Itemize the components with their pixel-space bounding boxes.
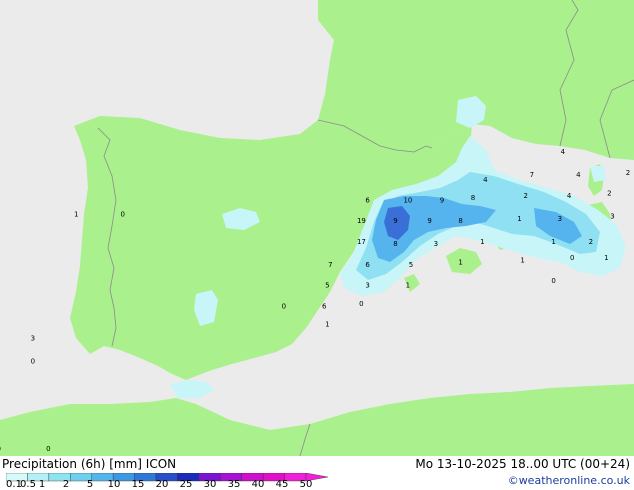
precip-value-label: 6 bbox=[322, 302, 327, 310]
precip-value-label: 8 bbox=[393, 240, 397, 248]
precip-value-label: 3 bbox=[558, 215, 562, 223]
precip-value-label: 9 bbox=[393, 217, 397, 225]
precip-value-label: 9 bbox=[440, 197, 444, 205]
precip-value-label: 1 bbox=[520, 256, 524, 264]
precip-value-label: 1 bbox=[325, 321, 329, 329]
precipitation-map: 1044742610982421119998133201783112247651… bbox=[0, 0, 634, 456]
precip-value-label: 0 bbox=[570, 254, 574, 262]
precip-value-label: 0 bbox=[46, 445, 50, 453]
precip-value-label: 6 bbox=[365, 197, 370, 205]
precip-value-label: 2 bbox=[626, 169, 630, 177]
precip-value-label: 0 bbox=[120, 210, 124, 218]
precip-value-label: 6 bbox=[365, 261, 370, 269]
colorbar-tick-label: 5 bbox=[86, 479, 94, 490]
precip-value-label: 0 bbox=[359, 300, 363, 308]
precip-value-label: 10 bbox=[403, 197, 412, 205]
precip-value-label: 0 bbox=[282, 302, 286, 310]
credit-link[interactable]: ©weatheronline.co.uk bbox=[508, 474, 630, 488]
precip-value-label: 17 bbox=[357, 238, 366, 246]
precip-value-label: 19 bbox=[357, 217, 366, 225]
precip-value-label: 2 bbox=[589, 238, 593, 246]
precip-value-label: 7 bbox=[530, 171, 534, 179]
colorbar-tick-label: 25 bbox=[179, 479, 193, 490]
precip-value-label: 0 bbox=[31, 358, 35, 366]
precip-value-label: 2 bbox=[607, 190, 611, 198]
precip-value-label: 1 bbox=[458, 259, 462, 267]
precip-value-label: 4 bbox=[576, 171, 581, 179]
precip-value-label: 8 bbox=[458, 217, 462, 225]
forecast-datetime: Mo 13-10-2025 18..00 UTC (00+24) bbox=[415, 457, 630, 471]
precip-value-label: 1 bbox=[551, 238, 555, 246]
colorbar-tick-label: 15 bbox=[131, 479, 145, 490]
precip-value-label: 0 bbox=[0, 445, 1, 453]
precip-value-label: 9 bbox=[427, 217, 431, 225]
colorbar-tick-label: 35 bbox=[227, 479, 241, 490]
precip-value-label: 5 bbox=[325, 282, 329, 290]
precip-value-label: 0 bbox=[551, 277, 555, 285]
precip-value-label: 1 bbox=[604, 254, 608, 262]
precip-value-label: 8 bbox=[471, 194, 475, 202]
colorbar-tick-label: 0.5 bbox=[20, 479, 36, 490]
precip-value-label: 5 bbox=[409, 261, 413, 269]
precip-value-label: 4 bbox=[567, 192, 572, 200]
colorbar-tick-label: 1 bbox=[38, 479, 46, 490]
precip-value-label: 1 bbox=[517, 215, 521, 223]
precip-value-label: 1 bbox=[480, 238, 484, 246]
precip-value-label: 3 bbox=[365, 282, 369, 290]
colorbar-tick-label: 50 bbox=[299, 479, 313, 490]
colorbar-tick-label: 40 bbox=[251, 479, 265, 490]
colorbar-tick-label: 10 bbox=[107, 479, 121, 490]
precip-value-label: 3 bbox=[31, 335, 35, 343]
precip-value-label: 3 bbox=[434, 240, 438, 248]
precip-value-label: 4 bbox=[561, 148, 566, 156]
precip-value-label: 7 bbox=[328, 261, 332, 269]
map-title: Precipitation (6h) [mm] ICON bbox=[2, 457, 177, 471]
precip-value-label: 1 bbox=[406, 282, 410, 290]
colorbar-tick-label: 20 bbox=[155, 479, 169, 490]
precip-value-label: 2 bbox=[523, 192, 527, 200]
colorbar-tick-label: 30 bbox=[203, 479, 217, 490]
colorbar-tick-label: 45 bbox=[275, 479, 289, 490]
colorbar-tick-label: 2 bbox=[62, 479, 70, 490]
precip-value-label: 4 bbox=[483, 176, 488, 184]
precip-value-label: 3 bbox=[610, 213, 614, 221]
precip-value-label: 1 bbox=[74, 210, 78, 218]
